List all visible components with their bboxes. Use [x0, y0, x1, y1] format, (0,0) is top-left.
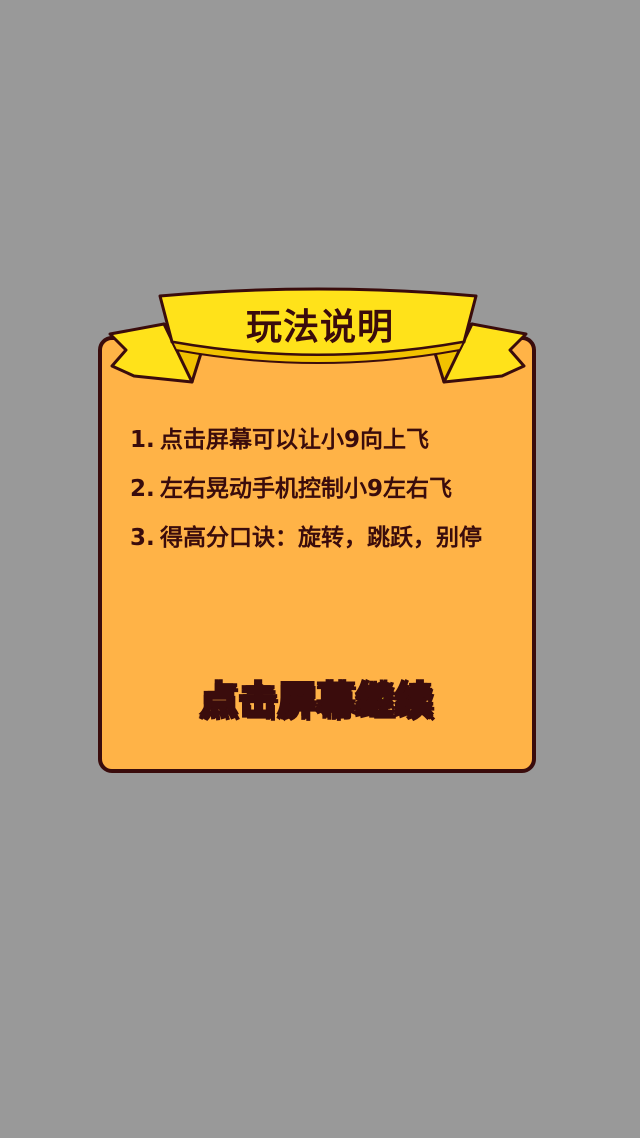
- rule-item: 3. 得高分口诀：旋转，跳跃，别停: [130, 522, 520, 555]
- dialog-title: 玩法说明: [245, 307, 394, 348]
- rule-item: 1. 点击屏幕可以让小9向上飞: [130, 424, 520, 457]
- rule-number: 2.: [130, 476, 155, 502]
- rule-text: 点击屏幕可以让小9向上飞: [160, 427, 430, 453]
- rule-number: 1.: [130, 427, 155, 453]
- tap-to-continue-button[interactable]: 点击屏幕继续: [98, 670, 536, 725]
- rule-text: 左右晃动手机控制小9左右飞: [160, 476, 453, 502]
- rules-list: 1. 点击屏幕可以让小9向上飞 2. 左右晃动手机控制小9左右飞 3. 得高分口…: [130, 424, 520, 571]
- rule-text: 得高分口诀：旋转，跳跃，别停: [160, 525, 482, 551]
- rule-item: 2. 左右晃动手机控制小9左右飞: [130, 473, 520, 506]
- rule-number: 3.: [130, 525, 155, 551]
